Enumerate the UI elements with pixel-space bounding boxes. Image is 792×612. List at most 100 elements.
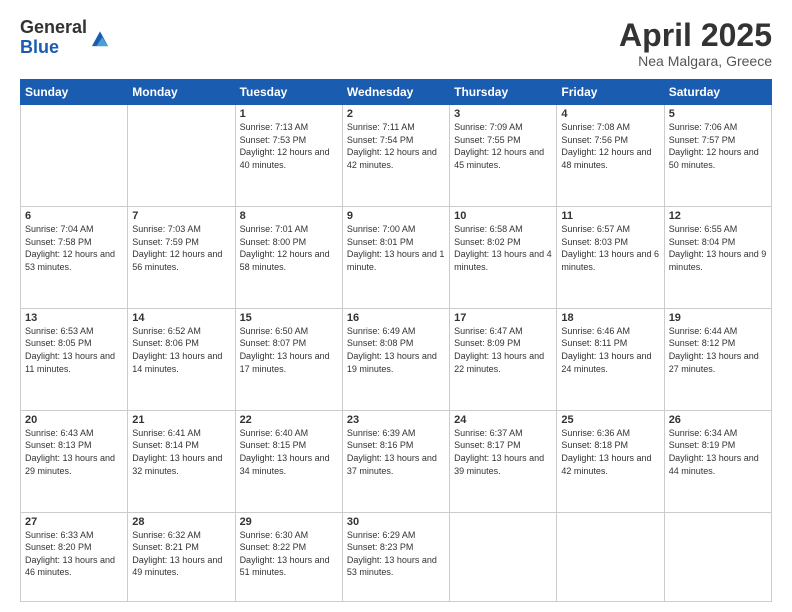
calendar-subtitle: Nea Malgara, Greece <box>619 53 772 69</box>
table-row: 9Sunrise: 7:00 AM Sunset: 8:01 PM Daylig… <box>342 207 449 309</box>
col-thursday: Thursday <box>450 80 557 105</box>
day-number: 4 <box>561 108 659 120</box>
table-row: 2Sunrise: 7:11 AM Sunset: 7:54 PM Daylig… <box>342 105 449 207</box>
day-info: Sunrise: 6:33 AM Sunset: 8:20 PM Dayligh… <box>25 529 123 579</box>
day-number: 30 <box>347 516 445 528</box>
col-sunday: Sunday <box>21 80 128 105</box>
col-saturday: Saturday <box>664 80 771 105</box>
day-number: 8 <box>240 210 338 222</box>
calendar-header-row: Sunday Monday Tuesday Wednesday Thursday… <box>21 80 772 105</box>
table-row: 12Sunrise: 6:55 AM Sunset: 8:04 PM Dayli… <box>664 207 771 309</box>
table-row: 23Sunrise: 6:39 AM Sunset: 8:16 PM Dayli… <box>342 410 449 512</box>
logo-general-text: General <box>20 17 87 37</box>
day-number: 7 <box>132 210 230 222</box>
day-info: Sunrise: 6:50 AM Sunset: 8:07 PM Dayligh… <box>240 325 338 375</box>
table-row <box>21 105 128 207</box>
day-info: Sunrise: 7:04 AM Sunset: 7:58 PM Dayligh… <box>25 223 123 273</box>
table-row: 10Sunrise: 6:58 AM Sunset: 8:02 PM Dayli… <box>450 207 557 309</box>
day-number: 24 <box>454 414 552 426</box>
table-row <box>664 512 771 601</box>
day-number: 3 <box>454 108 552 120</box>
day-number: 17 <box>454 312 552 324</box>
day-info: Sunrise: 6:58 AM Sunset: 8:02 PM Dayligh… <box>454 223 552 273</box>
day-number: 21 <box>132 414 230 426</box>
col-tuesday: Tuesday <box>235 80 342 105</box>
col-friday: Friday <box>557 80 664 105</box>
logo-icon <box>89 27 111 49</box>
day-info: Sunrise: 6:34 AM Sunset: 8:19 PM Dayligh… <box>669 427 767 477</box>
day-number: 16 <box>347 312 445 324</box>
day-info: Sunrise: 6:55 AM Sunset: 8:04 PM Dayligh… <box>669 223 767 273</box>
table-row: 16Sunrise: 6:49 AM Sunset: 8:08 PM Dayli… <box>342 308 449 410</box>
table-row <box>557 512 664 601</box>
table-row: 25Sunrise: 6:36 AM Sunset: 8:18 PM Dayli… <box>557 410 664 512</box>
logo: General Blue <box>20 18 111 58</box>
day-info: Sunrise: 6:36 AM Sunset: 8:18 PM Dayligh… <box>561 427 659 477</box>
table-row: 11Sunrise: 6:57 AM Sunset: 8:03 PM Dayli… <box>557 207 664 309</box>
calendar-table: Sunday Monday Tuesday Wednesday Thursday… <box>20 79 772 602</box>
col-monday: Monday <box>128 80 235 105</box>
day-number: 27 <box>25 516 123 528</box>
day-info: Sunrise: 7:01 AM Sunset: 8:00 PM Dayligh… <box>240 223 338 273</box>
day-number: 10 <box>454 210 552 222</box>
day-number: 22 <box>240 414 338 426</box>
day-info: Sunrise: 6:39 AM Sunset: 8:16 PM Dayligh… <box>347 427 445 477</box>
table-row: 27Sunrise: 6:33 AM Sunset: 8:20 PM Dayli… <box>21 512 128 601</box>
day-info: Sunrise: 7:00 AM Sunset: 8:01 PM Dayligh… <box>347 223 445 273</box>
day-number: 14 <box>132 312 230 324</box>
table-row: 20Sunrise: 6:43 AM Sunset: 8:13 PM Dayli… <box>21 410 128 512</box>
day-number: 25 <box>561 414 659 426</box>
table-row: 1Sunrise: 7:13 AM Sunset: 7:53 PM Daylig… <box>235 105 342 207</box>
table-row: 17Sunrise: 6:47 AM Sunset: 8:09 PM Dayli… <box>450 308 557 410</box>
table-row: 6Sunrise: 7:04 AM Sunset: 7:58 PM Daylig… <box>21 207 128 309</box>
day-info: Sunrise: 6:47 AM Sunset: 8:09 PM Dayligh… <box>454 325 552 375</box>
day-info: Sunrise: 6:57 AM Sunset: 8:03 PM Dayligh… <box>561 223 659 273</box>
day-number: 28 <box>132 516 230 528</box>
day-number: 6 <box>25 210 123 222</box>
day-number: 13 <box>25 312 123 324</box>
day-info: Sunrise: 6:46 AM Sunset: 8:11 PM Dayligh… <box>561 325 659 375</box>
day-info: Sunrise: 6:32 AM Sunset: 8:21 PM Dayligh… <box>132 529 230 579</box>
day-info: Sunrise: 7:13 AM Sunset: 7:53 PM Dayligh… <box>240 121 338 171</box>
day-info: Sunrise: 7:09 AM Sunset: 7:55 PM Dayligh… <box>454 121 552 171</box>
day-info: Sunrise: 6:52 AM Sunset: 8:06 PM Dayligh… <box>132 325 230 375</box>
calendar-title: April 2025 <box>619 18 772 53</box>
table-row: 26Sunrise: 6:34 AM Sunset: 8:19 PM Dayli… <box>664 410 771 512</box>
col-wednesday: Wednesday <box>342 80 449 105</box>
day-number: 23 <box>347 414 445 426</box>
day-info: Sunrise: 6:43 AM Sunset: 8:13 PM Dayligh… <box>25 427 123 477</box>
table-row: 3Sunrise: 7:09 AM Sunset: 7:55 PM Daylig… <box>450 105 557 207</box>
table-row: 19Sunrise: 6:44 AM Sunset: 8:12 PM Dayli… <box>664 308 771 410</box>
day-number: 15 <box>240 312 338 324</box>
table-row: 15Sunrise: 6:50 AM Sunset: 8:07 PM Dayli… <box>235 308 342 410</box>
day-number: 26 <box>669 414 767 426</box>
logo-blue-text: Blue <box>20 37 59 57</box>
table-row: 21Sunrise: 6:41 AM Sunset: 8:14 PM Dayli… <box>128 410 235 512</box>
day-number: 11 <box>561 210 659 222</box>
day-info: Sunrise: 6:40 AM Sunset: 8:15 PM Dayligh… <box>240 427 338 477</box>
day-number: 18 <box>561 312 659 324</box>
day-info: Sunrise: 6:41 AM Sunset: 8:14 PM Dayligh… <box>132 427 230 477</box>
day-number: 9 <box>347 210 445 222</box>
day-number: 12 <box>669 210 767 222</box>
table-row: 22Sunrise: 6:40 AM Sunset: 8:15 PM Dayli… <box>235 410 342 512</box>
day-number: 19 <box>669 312 767 324</box>
day-number: 2 <box>347 108 445 120</box>
day-number: 1 <box>240 108 338 120</box>
day-info: Sunrise: 7:11 AM Sunset: 7:54 PM Dayligh… <box>347 121 445 171</box>
header: General Blue April 2025 Nea Malgara, Gre… <box>20 18 772 69</box>
day-info: Sunrise: 7:08 AM Sunset: 7:56 PM Dayligh… <box>561 121 659 171</box>
table-row: 24Sunrise: 6:37 AM Sunset: 8:17 PM Dayli… <box>450 410 557 512</box>
day-info: Sunrise: 6:37 AM Sunset: 8:17 PM Dayligh… <box>454 427 552 477</box>
day-info: Sunrise: 7:06 AM Sunset: 7:57 PM Dayligh… <box>669 121 767 171</box>
table-row: 29Sunrise: 6:30 AM Sunset: 8:22 PM Dayli… <box>235 512 342 601</box>
day-info: Sunrise: 6:30 AM Sunset: 8:22 PM Dayligh… <box>240 529 338 579</box>
day-number: 20 <box>25 414 123 426</box>
title-block: April 2025 Nea Malgara, Greece <box>619 18 772 69</box>
table-row <box>450 512 557 601</box>
table-row: 14Sunrise: 6:52 AM Sunset: 8:06 PM Dayli… <box>128 308 235 410</box>
day-info: Sunrise: 6:29 AM Sunset: 8:23 PM Dayligh… <box>347 529 445 579</box>
table-row <box>128 105 235 207</box>
day-number: 5 <box>669 108 767 120</box>
day-number: 29 <box>240 516 338 528</box>
